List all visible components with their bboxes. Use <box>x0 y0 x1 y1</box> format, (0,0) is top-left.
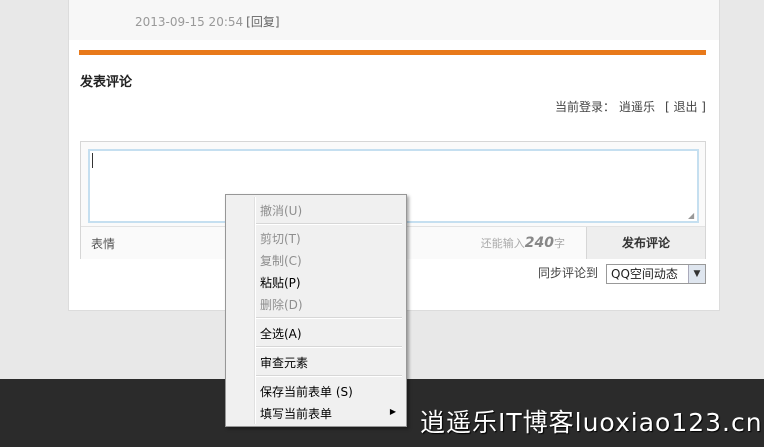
section-title: 发表评论 <box>80 75 133 90</box>
text-caret <box>92 153 93 168</box>
triangle-right-icon: ▶ <box>389 407 396 416</box>
menu-separator <box>256 346 402 348</box>
username: 逍遥乐 <box>618 100 655 114</box>
menu-item-paste[interactable]: 粘贴(P) <box>260 274 301 291</box>
comment-timestamp: 2013-09-15 20:54 <box>135 15 244 29</box>
watermark-text: 逍遥乐IT博客luoxiao123.cn <box>420 408 763 437</box>
menu-separator <box>256 375 402 377</box>
previous-comment-meta: 2013-09-15 20:54 [回复] <box>135 13 280 30</box>
accent-divider <box>79 50 706 55</box>
sync-selected-value: QQ空间动态 <box>611 267 678 281</box>
menu-item-save-form[interactable]: 保存当前表单 (S) <box>260 383 353 400</box>
remaining-suffix: 字 <box>554 237 565 250</box>
login-status: 当前登录： 逍遥乐 [ 退出 ] <box>551 98 706 115</box>
remaining-prefix: 还能输入 <box>480 237 525 250</box>
remaining-count: 240 <box>524 235 554 251</box>
menu-gutter <box>254 197 256 424</box>
previous-comment: 2013-09-15 20:54 [回复] <box>69 0 719 40</box>
emoji-button[interactable]: 表情 <box>91 235 115 252</box>
menu-item-fill-form[interactable]: 填写当前表单 <box>260 405 332 422</box>
resize-grip-icon[interactable]: ◢ <box>688 212 696 220</box>
chevron-down-icon[interactable]: ▼ <box>688 265 705 283</box>
menu-item-copy[interactable]: 复制(C) <box>260 252 302 269</box>
menu-item-inspect[interactable]: 审查元素 <box>260 354 308 371</box>
remaining-chars: 还能输入240字 <box>481 235 565 251</box>
menu-item-undo[interactable]: 撤消(U) <box>260 202 302 219</box>
menu-item-cut[interactable]: 剪切(T) <box>260 230 301 247</box>
reply-link[interactable]: [回复] <box>246 15 279 29</box>
login-label: 当前登录： <box>554 100 615 114</box>
menu-item-delete[interactable]: 删除(D) <box>260 296 303 313</box>
context-menu: 撤消(U) 剪切(T) 复制(C) 粘贴(P) 删除(D) 全选(A) 审查元素… <box>225 194 407 427</box>
menu-item-select-all[interactable]: 全选(A) <box>260 325 302 342</box>
sync-label: 同步评论到 <box>538 266 599 280</box>
sync-target-select[interactable]: QQ空间动态 ▼ <box>606 264 706 284</box>
menu-separator <box>256 223 402 225</box>
publish-comment-button[interactable]: 发布评论 <box>586 227 705 259</box>
logout-link[interactable]: [ 退出 ] <box>665 100 706 114</box>
menu-separator <box>256 317 402 319</box>
